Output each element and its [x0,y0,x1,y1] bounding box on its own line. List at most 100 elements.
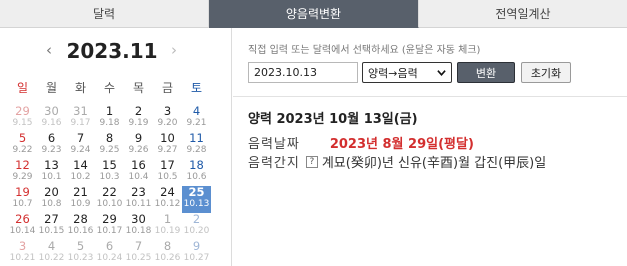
calendar-day[interactable]: 5 10.23 [66,240,95,266]
calendar-day[interactable]: 17 10.5 [153,159,182,186]
calendar-day[interactable]: 20 10.8 [37,186,66,213]
calendar-day[interactable]: 9 9.26 [124,132,153,159]
calendar-day[interactable]: 6 9.23 [37,132,66,159]
calendar-day[interactable]: 4 9.21 [182,105,211,132]
solar-day-number: 29 [15,104,30,118]
tab-solar-lunar-converter[interactable]: 양음력변환 [209,0,419,28]
solar-day-number: 2 [192,212,201,226]
divider [233,96,627,97]
calendar-week-row: 3 10.21 4 10.22 5 10.23 6 10.24 7 10.25 8 10.26 9 10.… [8,240,224,266]
lunar-day-number: 10.13 [183,199,210,209]
weekday-header: 일 월 화 수 목 금 토 [8,79,224,95]
calendar-day[interactable]: 27 10.15 [37,213,66,240]
calendar-day[interactable]: 30 10.18 [124,213,153,240]
weekday-saturday: 토 [190,81,203,95]
help-icon[interactable]: ? [305,155,318,168]
solar-day-number: 26 [15,212,30,226]
solar-day-number: 2 [134,104,143,118]
solar-day-number: 6 [105,239,114,253]
lunar-day-number: 10.27 [183,253,210,263]
calendar-day[interactable]: 7 10.25 [124,240,153,266]
calendar-day[interactable]: 11 9.28 [182,132,211,159]
tab-calendar[interactable]: 달력 [0,0,209,28]
lunar-day-number: 10.8 [41,199,62,209]
reset-button[interactable]: 초기화 [521,62,571,83]
lunar-day-number: 9.19 [128,118,149,128]
calendar-day[interactable]: 5 9.22 [8,132,37,159]
calendar-day-selected[interactable]: 25 10.13 [182,186,211,213]
calendar-day[interactable]: 2 10.20 [182,213,211,240]
calendar-day[interactable]: 15 10.3 [95,159,124,186]
weekday-tuesday: 화 [74,81,87,95]
calendar-week-row: 5 9.22 6 9.23 7 9.24 8 9.25 9 9.26 10 9.27 11 9.28 [8,132,224,159]
lunar-day-number: 10.4 [128,172,149,182]
tab-discharge-date-calculator[interactable]: 전역일계산 [419,0,627,28]
calendar-day[interactable]: 30 9.16 [37,105,66,132]
solar-day-number: 16 [131,158,146,172]
calendar-day[interactable]: 4 10.22 [37,240,66,266]
solar-day-number: 4 [47,239,56,253]
solar-day-number: 30 [44,104,59,118]
result-title: 양력 2023년 10월 13일(금) [248,112,418,127]
calendar-day[interactable]: 19 10.7 [8,186,37,213]
solar-day-number: 18 [189,158,204,172]
lunar-day-number: 10.11 [125,199,152,209]
lunar-day-number: 10.25 [125,253,152,263]
calendar-day[interactable]: 29 10.17 [95,213,124,240]
lunar-date-label: 음력날짜 [248,137,300,152]
calendar-day[interactable]: 26 10.14 [8,213,37,240]
calendar-day[interactable]: 31 9.17 [66,105,95,132]
lunar-day-number: 10.26 [154,253,181,263]
lunar-day-number: 10.18 [125,226,152,236]
lunar-day-number: 9.20 [157,118,178,128]
direction-select[interactable]: 양력→음력 [362,62,452,83]
date-input[interactable] [248,62,358,83]
calendar-day[interactable]: 14 10.2 [66,159,95,186]
calendar-week-row: 19 10.7 20 10.8 21 10.9 22 10.10 23 10.11 24 10.12 2… [8,186,224,213]
prev-month-icon[interactable]: ‹ [43,41,55,59]
solar-day-number: 31 [73,104,88,118]
weekday-friday: 금 [161,81,174,95]
weekday-thursday: 목 [132,81,145,95]
calendar-day[interactable]: 1 10.19 [153,213,182,240]
solar-day-number: 29 [102,212,117,226]
lunar-day-number: 10.22 [38,253,65,263]
calendar-day[interactable]: 1 9.18 [95,105,124,132]
calendar-day[interactable]: 28 10.16 [66,213,95,240]
calendar-day[interactable]: 24 10.12 [153,186,182,213]
tab-bar: 달력 양음력변환 전역일계산 [0,0,627,28]
calendar-day[interactable]: 12 9.29 [8,159,37,186]
calendar-day[interactable]: 7 9.24 [66,132,95,159]
solar-day-number: 17 [160,158,175,172]
calendar-day[interactable]: 10 9.27 [153,132,182,159]
solar-day-number: 7 [76,131,85,145]
lunar-date-row: 음력날짜 2023년 8월 29일(평달) [248,133,474,152]
input-hint: 직접 입력 또는 달력에서 선택하세요 (윤달은 자동 체크) [248,45,481,56]
lunar-day-number: 9.17 [70,118,91,128]
calendar-day[interactable]: 3 10.21 [8,240,37,266]
solar-day-number: 21 [73,185,88,199]
calendar-day[interactable]: 13 10.1 [37,159,66,186]
convert-button[interactable]: 변환 [457,62,515,83]
calendar-day[interactable]: 29 9.15 [8,105,37,132]
solar-day-number: 13 [44,158,59,172]
lunar-day-number: 10.17 [96,226,123,236]
calendar-day[interactable]: 8 9.25 [95,132,124,159]
calendar-day[interactable]: 22 10.10 [95,186,124,213]
solar-day-number: 19 [15,185,30,199]
calendar-day[interactable]: 23 10.11 [124,186,153,213]
lunar-day-number: 10.9 [70,199,91,209]
calendar-day[interactable]: 16 10.4 [124,159,153,186]
calendar-day[interactable]: 6 10.24 [95,240,124,266]
lunar-day-number: 10.7 [12,199,33,209]
calendar-day[interactable]: 21 10.9 [66,186,95,213]
lunar-ganji-row: 음력간지 ? 계묘(癸卯)년 신유(辛酉)월 갑진(甲辰)일 [248,152,546,171]
next-month-icon[interactable]: › [168,41,180,59]
solar-day-number: 20 [44,185,59,199]
calendar-day[interactable]: 3 9.20 [153,105,182,132]
calendar-day[interactable]: 18 10.6 [182,159,211,186]
calendar-day[interactable]: 2 9.19 [124,105,153,132]
calendar-header: ‹ 2023.11 › [0,38,232,64]
calendar-day[interactable]: 9 10.27 [182,240,211,266]
calendar-day[interactable]: 8 10.26 [153,240,182,266]
